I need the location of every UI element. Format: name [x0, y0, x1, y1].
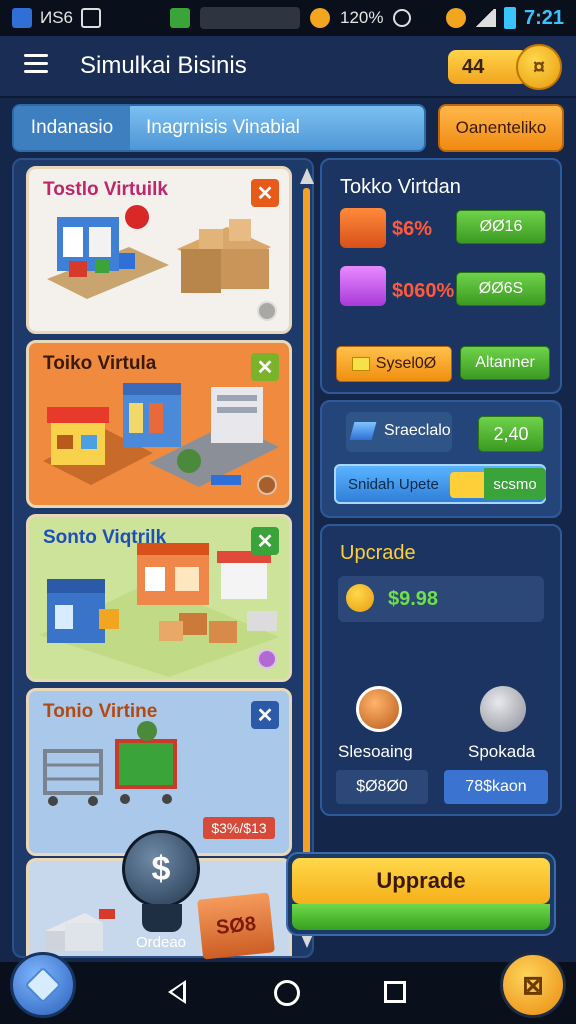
store-card-title: Sonto Viqtrilk — [43, 527, 167, 548]
info-icon[interactable] — [257, 301, 277, 321]
status-left-text: ИS6 — [40, 8, 74, 27]
price-tag: $3%/$13 — [203, 817, 275, 839]
skill-value-2[interactable]: 78$kaon — [444, 770, 548, 804]
coin-status-icon — [310, 8, 330, 28]
crate-icon: ⊠ — [522, 969, 544, 1000]
cooking-skill-icon[interactable] — [356, 686, 402, 732]
close-icon[interactable]: ✕ — [251, 179, 279, 207]
skill-label-2: Spokada — [468, 742, 536, 761]
store-card-title: Tostlo Virtuilk — [43, 179, 168, 200]
category-tabs: Indanasio Inagrnisis Vinabial — [12, 104, 426, 152]
signal-icon — [473, 9, 496, 27]
notification-icon — [81, 8, 102, 28]
stat-gem-icon — [340, 266, 386, 306]
upgrade-panel: Upcrade $9.98 Slesoaing Spokada $Ø8Ø0 78… — [320, 524, 562, 816]
speed-upgrade-row[interactable]: Snidah Upete scsmo — [334, 464, 546, 504]
action-button[interactable]: Oanenteliko — [438, 104, 564, 152]
sync-icon — [393, 9, 412, 27]
delivery-box-icon[interactable]: SØ8 — [197, 892, 275, 960]
stat-button-1[interactable]: ØØ16 — [456, 210, 546, 244]
system-button-label: Sysel0Ø — [375, 355, 437, 372]
speaker-skill-icon[interactable] — [480, 686, 526, 732]
boost-label-box: Sraeclalo — [346, 412, 452, 452]
boost-panel: Sraeclalo 2,40 Snidah Upete scsmo — [320, 400, 562, 518]
app-notification-icon — [12, 8, 32, 28]
coin-icon — [346, 584, 374, 612]
store-stats-panel: Tokko Virtdan $6% ØØ16 $060% ØØ6S Sysel0… — [320, 158, 562, 394]
gem-icon — [24, 966, 62, 1004]
stat-fire-icon — [340, 208, 386, 248]
clock: 7:21 — [523, 6, 564, 29]
upgrade-button-label: Upprade — [292, 858, 550, 904]
speed-upgrade-label: Snidah Upete — [348, 476, 439, 493]
app-title: Simulkai Bisinis — [80, 52, 247, 79]
status-bar: ИS6 120% 7:21 — [0, 0, 576, 36]
order-widget[interactable]: $ Ordeao — [118, 826, 204, 956]
store-card-1[interactable]: Tostlo Virtuilk ✕ — [26, 166, 292, 334]
boost-label: Sraeclalo — [384, 422, 451, 439]
store-name: Tokko Virtdan — [340, 176, 461, 198]
close-icon[interactable]: ✕ — [251, 527, 279, 555]
skill-value-1[interactable]: $Ø8Ø0 — [336, 770, 428, 804]
money-display: $9.98 — [338, 576, 544, 622]
coin-icon[interactable]: ¤ — [516, 44, 562, 90]
back-icon[interactable] — [168, 980, 186, 1004]
tab-indanasio[interactable]: Indanasio — [14, 106, 130, 150]
coin-status-icon-2 — [445, 8, 466, 28]
store-card-title: Tonio Virtine — [43, 701, 158, 722]
gem-shop-button[interactable] — [10, 952, 76, 1018]
skill-label-1: Slesoaing — [338, 742, 413, 761]
system-button[interactable]: Sysel0Ø — [336, 346, 452, 382]
upgrade-button[interactable]: Upprade — [286, 852, 556, 936]
upgrade-title: Upcrade — [340, 542, 416, 564]
order-label: Ordeao — [135, 934, 187, 951]
dollar-icon: $ — [122, 830, 200, 908]
speed-upgrade-value: scsmo — [484, 468, 546, 500]
system-nav-bar — [0, 962, 576, 1024]
store-list-scrollbar[interactable] — [300, 168, 314, 948]
app-header: Simulkai Bisinis 44 ¤ — [0, 36, 576, 98]
store-card-3[interactable]: Sonto Viqtrilk ✕ — [26, 514, 292, 682]
stat-value-1: $6% — [392, 218, 433, 240]
stat-button-2[interactable]: ØØ6S — [456, 272, 546, 306]
menu-icon[interactable] — [24, 54, 48, 74]
gold-bar-icon — [351, 357, 370, 371]
stat-value-2: $060% — [392, 280, 455, 302]
recent-apps-icon[interactable] — [384, 981, 406, 1003]
order-stand — [142, 904, 182, 932]
boost-value[interactable]: 2,40 — [478, 416, 544, 452]
scroll-thumb[interactable] — [303, 188, 310, 928]
close-icon[interactable]: ✕ — [251, 353, 279, 381]
money-value: $9.98 — [388, 588, 439, 610]
stack-icon — [349, 422, 377, 440]
attention-button[interactable]: Altanner — [460, 346, 550, 380]
store-card-title: Toiko Virtula — [43, 353, 157, 374]
tab-inagrnisis[interactable]: Inagrnisis Vinabial — [130, 106, 300, 150]
upgrade-button-bar — [292, 904, 550, 930]
info-icon[interactable] — [257, 475, 277, 495]
crate-button[interactable]: ⊠ — [500, 952, 566, 1018]
battery-saver-icon — [170, 8, 190, 28]
media-pill-icon — [200, 7, 300, 29]
home-icon[interactable] — [274, 980, 300, 1006]
close-icon[interactable]: ✕ — [251, 701, 279, 729]
scroll-up-icon[interactable] — [300, 168, 314, 184]
battery-icon — [503, 7, 516, 29]
status-percent: 120% — [340, 8, 384, 27]
store-card-2[interactable]: Toiko Virtula ✕ — [26, 340, 292, 508]
info-icon[interactable] — [257, 649, 277, 669]
